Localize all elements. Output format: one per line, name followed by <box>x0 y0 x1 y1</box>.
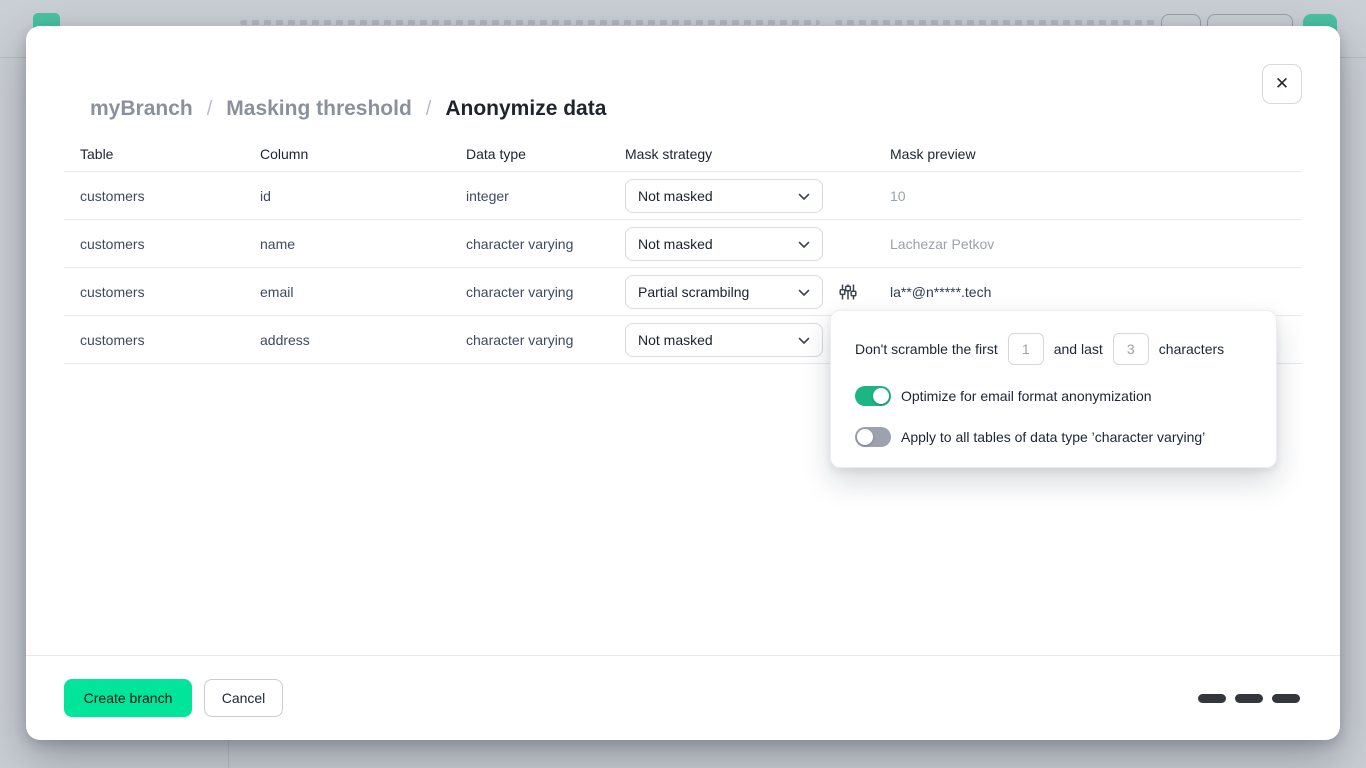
breadcrumb-branch[interactable]: myBranch <box>90 97 193 121</box>
select-value: Not masked <box>638 188 713 204</box>
table-row-name: customers name character varying Not mas… <box>64 220 1302 268</box>
step-dash <box>1235 694 1263 703</box>
cell-table: customers <box>80 284 260 300</box>
chevron-down-icon <box>798 236 810 252</box>
table-row-email: customers email character varying Partia… <box>64 268 1302 316</box>
col-header-column: Column <box>260 146 466 162</box>
mask-strategy-select-address[interactable]: Not masked <box>625 323 823 357</box>
cell-table: customers <box>80 188 260 204</box>
apply-all-toggle[interactable] <box>855 427 891 447</box>
last-chars-input[interactable] <box>1113 333 1149 365</box>
col-header-mask-strategy: Mask strategy <box>625 146 890 162</box>
chevron-down-icon <box>798 332 810 348</box>
select-value: Not masked <box>638 332 713 348</box>
email-optimize-label: Optimize for email format anonymization <box>901 388 1152 404</box>
step-dash <box>1272 694 1300 703</box>
chevron-down-icon <box>798 188 810 204</box>
select-value: Partial scrambilng <box>638 284 749 300</box>
cell-column: id <box>260 188 466 204</box>
cell-table: customers <box>80 332 260 348</box>
breadcrumb-separator: / <box>426 98 432 121</box>
table-row-id: customers id integer Not masked 10 <box>64 172 1302 220</box>
toggle-knob <box>857 429 873 445</box>
step-indicator <box>1198 694 1300 703</box>
scramble-text-after: characters <box>1159 341 1224 357</box>
table-header-row: Table Column Data type Mask strategy Mas… <box>64 136 1302 172</box>
close-button[interactable]: ✕ <box>1262 64 1302 104</box>
select-value: Not masked <box>638 236 713 252</box>
cell-table: customers <box>80 236 260 252</box>
email-optimize-row: Optimize for email format anonymization <box>855 386 1252 406</box>
cancel-button[interactable]: Cancel <box>204 679 283 717</box>
col-header-mask-preview: Mask preview <box>890 146 1302 162</box>
anonymize-data-modal: myBranch / Masking threshold / Anonymize… <box>26 26 1340 740</box>
partial-scrambling-popover: Don't scramble the first and last charac… <box>830 310 1277 468</box>
col-header-table: Table <box>80 146 260 162</box>
mask-preview-value: 10 <box>890 188 1302 204</box>
chevron-down-icon <box>798 284 810 300</box>
backdrop-skeleton-text <box>240 20 820 25</box>
backdrop-skeleton-text <box>835 20 1155 25</box>
mask-strategy-select-id[interactable]: Not masked <box>625 179 823 213</box>
cell-column: email <box>260 284 466 300</box>
email-optimize-toggle[interactable] <box>855 386 891 406</box>
scramble-settings-icon[interactable] <box>838 282 858 302</box>
cell-data-type: integer <box>466 188 625 204</box>
first-chars-input[interactable] <box>1008 333 1044 365</box>
page-title: Anonymize data <box>445 97 606 121</box>
scramble-text-middle: and last <box>1054 341 1103 357</box>
apply-all-row: Apply to all tables of data type ’charac… <box>855 427 1252 447</box>
cell-data-type: character varying <box>466 284 625 300</box>
col-header-data-type: Data type <box>466 146 625 162</box>
mask-strategy-select-name[interactable]: Not masked <box>625 227 823 261</box>
cell-data-type: character varying <box>466 236 625 252</box>
scramble-text-before: Don't scramble the first <box>855 341 998 357</box>
cell-column: name <box>260 236 466 252</box>
mask-preview-value: Lachezar Petkov <box>890 236 1302 252</box>
mask-preview-value: la**@n*****.tech <box>890 284 1302 300</box>
toggle-knob <box>873 388 889 404</box>
modal-footer: Create branch Cancel <box>26 655 1340 740</box>
scramble-range-row: Don't scramble the first and last charac… <box>855 333 1252 365</box>
step-dash <box>1198 694 1226 703</box>
apply-all-label: Apply to all tables of data type ’charac… <box>901 429 1205 445</box>
close-icon: ✕ <box>1275 74 1289 94</box>
breadcrumb-masking-threshold[interactable]: Masking threshold <box>226 97 412 121</box>
cell-column: address <box>260 332 466 348</box>
breadcrumb-separator: / <box>207 98 213 121</box>
create-branch-button[interactable]: Create branch <box>64 679 192 717</box>
cell-data-type: character varying <box>466 332 625 348</box>
mask-strategy-select-email[interactable]: Partial scrambilng <box>625 275 823 309</box>
breadcrumb: myBranch / Masking threshold / Anonymize… <box>90 97 606 121</box>
